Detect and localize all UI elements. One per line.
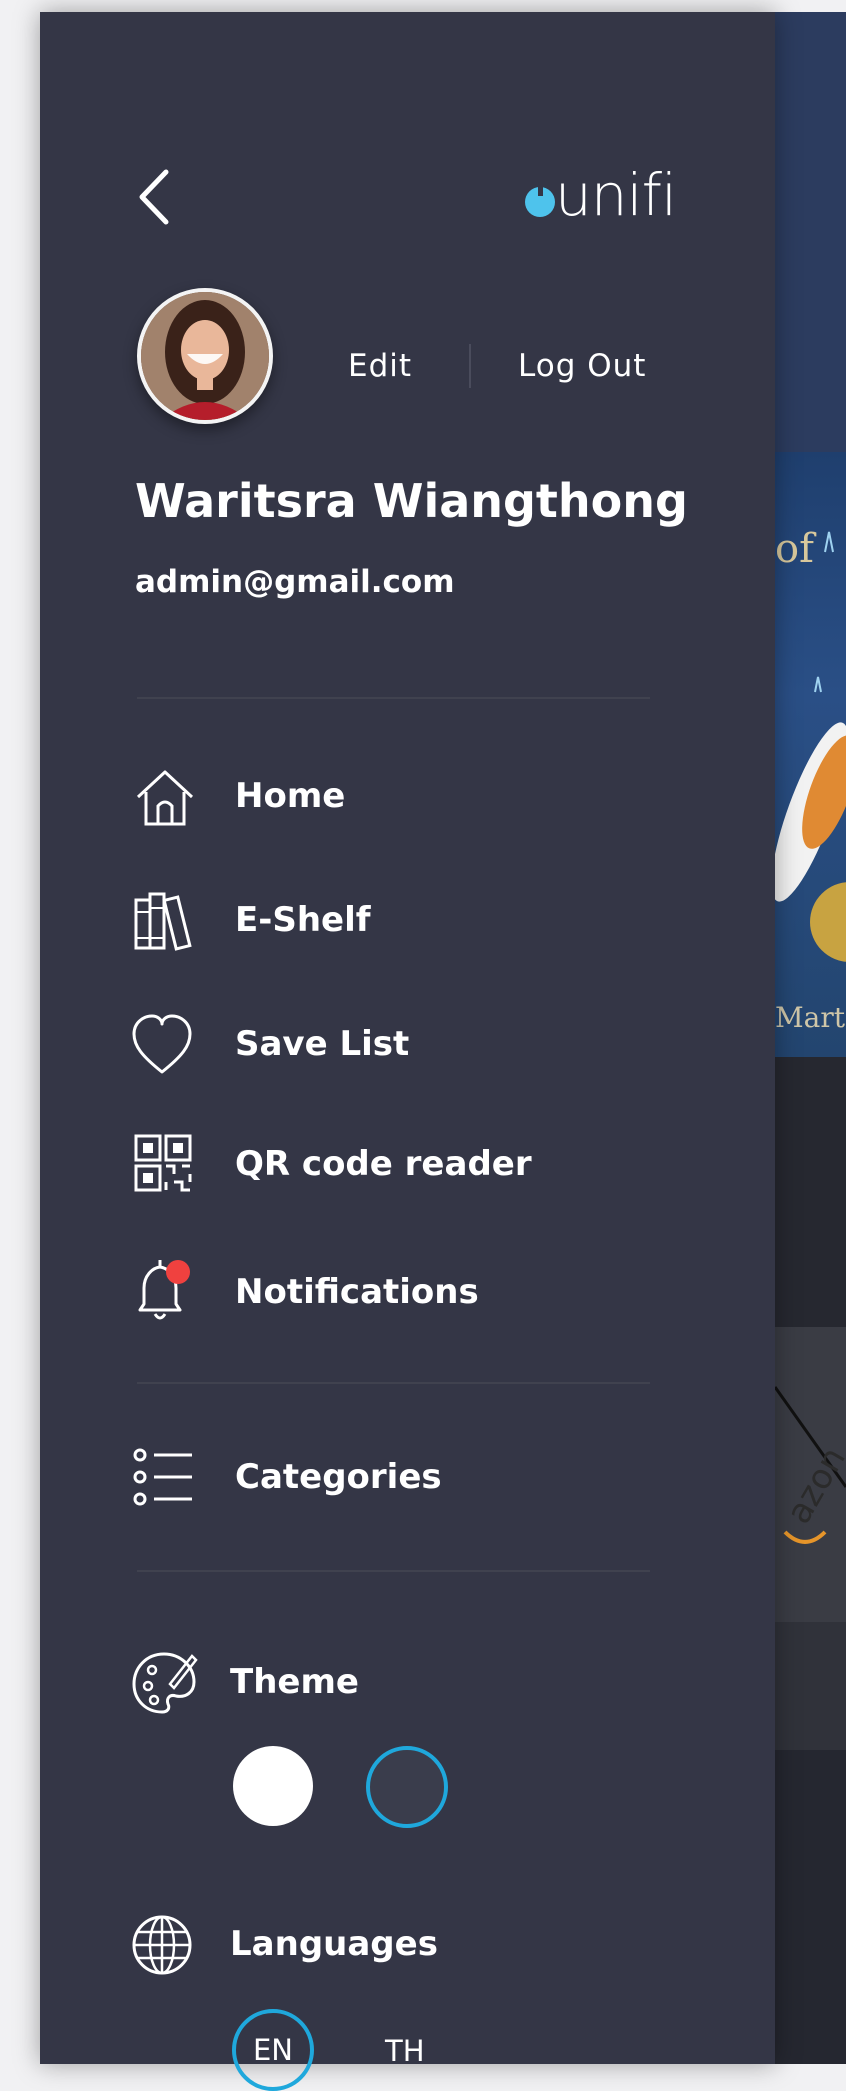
user-name: Waritsra Wiangthong bbox=[135, 474, 688, 528]
menu-item-categories[interactable]: Categories bbox=[130, 1435, 690, 1521]
background-band bbox=[775, 1622, 846, 1750]
book-cover-ocean: of Mart bbox=[771, 452, 846, 1057]
divider bbox=[137, 1382, 650, 1384]
book-cover-art: of Mart bbox=[771, 526, 846, 1034]
theme-label: Theme bbox=[230, 1662, 359, 1702]
svg-text:azon: azon bbox=[779, 1440, 846, 1530]
logout-link[interactable]: Log Out bbox=[518, 348, 646, 384]
menu-item-notifications[interactable]: Notifications bbox=[130, 1250, 690, 1336]
qr-code-icon bbox=[134, 1134, 192, 1192]
palette-icon bbox=[132, 1652, 198, 1714]
background-band bbox=[775, 1057, 846, 1327]
menu-item-label: Save List bbox=[235, 1024, 410, 1064]
menu-item-label: QR code reader bbox=[235, 1144, 532, 1184]
back-button[interactable] bbox=[130, 152, 190, 242]
list-icon bbox=[133, 1448, 192, 1506]
divider bbox=[137, 1570, 650, 1572]
languages-section: Languages bbox=[130, 1902, 690, 1988]
menu-item-label: Notifications bbox=[235, 1272, 479, 1312]
divider bbox=[137, 697, 650, 699]
menu-item-save-list[interactable]: Save List bbox=[130, 1002, 690, 1088]
theme-dark-option[interactable] bbox=[366, 1746, 448, 1828]
user-email: admin@gmail.com bbox=[135, 564, 455, 600]
menu-item-label: Home bbox=[235, 776, 346, 816]
menu-item-label: E-Shelf bbox=[235, 900, 371, 940]
language-option-th[interactable]: TH bbox=[385, 2034, 425, 2068]
avatar-image bbox=[141, 292, 269, 420]
bell-icon bbox=[138, 1260, 190, 1320]
theme-light-option[interactable] bbox=[233, 1746, 313, 1826]
globe-icon bbox=[132, 1915, 192, 1975]
svg-text:Mart: Mart bbox=[775, 1001, 846, 1034]
chevron-left-icon bbox=[139, 169, 169, 225]
heart-icon bbox=[132, 1014, 192, 1074]
edit-profile-link[interactable]: Edit bbox=[348, 348, 412, 384]
book-cover-top bbox=[775, 12, 846, 452]
menu-item-qr-code-reader[interactable]: QR code reader bbox=[130, 1122, 690, 1208]
home-icon bbox=[136, 770, 194, 826]
background-band bbox=[775, 1750, 846, 2064]
logo-text: unifi bbox=[555, 161, 677, 229]
languages-label: Languages bbox=[230, 1924, 438, 1964]
avatar[interactable] bbox=[137, 288, 273, 424]
book-cover-amazon: azon bbox=[773, 1327, 846, 1622]
side-drawer: unifi Edit Log Out Waritsra Wiangthong a… bbox=[40, 12, 775, 2091]
menu-item-e-shelf[interactable]: E-Shelf bbox=[130, 878, 690, 964]
language-option-en[interactable]: EN bbox=[232, 2009, 314, 2091]
books-icon bbox=[134, 892, 192, 951]
notification-badge bbox=[166, 1260, 190, 1284]
book-cover-title-fragment: of bbox=[775, 526, 817, 572]
divider bbox=[469, 344, 471, 388]
theme-section: Theme bbox=[130, 1640, 690, 1726]
menu-item-label: Categories bbox=[235, 1457, 442, 1497]
menu-item-home[interactable]: Home bbox=[130, 754, 690, 840]
